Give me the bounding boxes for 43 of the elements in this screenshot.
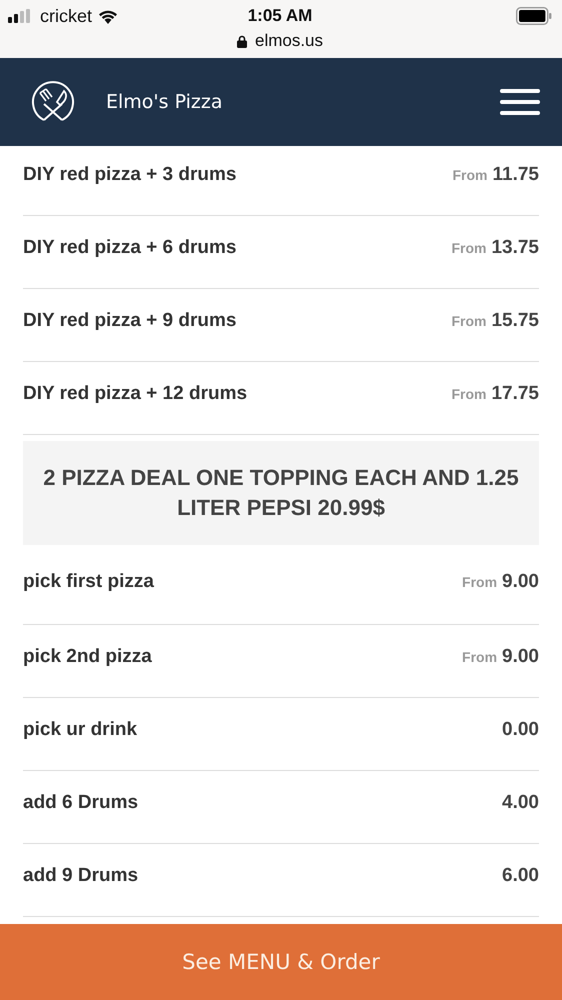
item-name: pick ur drink — [23, 719, 138, 741]
menu-item-row[interactable]: pick ur drink 0.00 — [23, 698, 539, 771]
item-price: 6.00 — [502, 865, 539, 887]
item-name: DIY red pizza + 3 drums — [23, 164, 236, 186]
menu-item-row[interactable]: pick 2nd pizza From 9.00 — [23, 625, 539, 698]
item-price: 0.00 — [502, 719, 539, 741]
clock-time: 1:05 AM — [248, 6, 312, 26]
price-prefix: From — [451, 386, 486, 402]
item-name: DIY red pizza + 6 drums — [23, 237, 236, 259]
address-url[interactable]: elmos.us — [254, 31, 324, 51]
wifi-icon — [98, 8, 118, 24]
menu-item-row[interactable]: DIY red pizza + 3 drums From 11.75 — [23, 146, 539, 216]
menu-item-row[interactable]: add 9 Drums 6.00 — [23, 844, 539, 917]
item-price: 17.75 — [491, 383, 539, 405]
menu-item-row[interactable]: add 6 Drums 4.00 — [23, 771, 539, 844]
item-name: add 9 Drums — [23, 865, 138, 887]
price-prefix: From — [452, 166, 488, 182]
item-price: 11.75 — [492, 164, 539, 186]
item-price: 9.00 — [502, 646, 539, 668]
price-prefix: From — [451, 313, 486, 329]
item-price: 9.00 — [502, 570, 539, 592]
lock-icon — [236, 34, 247, 48]
price-prefix: From — [462, 649, 498, 665]
item-name: pick first pizza — [23, 570, 154, 592]
restaurant-name[interactable]: Elmo's Pizza — [106, 91, 500, 113]
menu-item-row[interactable]: DIY red pizza + 12 drums From 17.75 — [23, 362, 539, 435]
menu-item-row[interactable]: DIY red pizza + 9 drums From 15.75 — [23, 289, 539, 362]
price-prefix: From — [462, 574, 498, 590]
menu-icon — [500, 88, 540, 116]
item-price: 13.75 — [491, 237, 539, 259]
menu-item-row[interactable]: pick first pizza From 9.00 — [23, 545, 539, 625]
item-price: 4.00 — [502, 792, 539, 814]
item-name: add 6 Drums — [23, 792, 138, 814]
item-price: 15.75 — [491, 310, 539, 332]
section-heading: 2 PIZZA DEAL ONE TOPPING EACH AND 1.25 LITER PEPSI 20.99$ — [23, 441, 539, 545]
menu-item-row[interactable]: DIY red pizza + 6 drums From 13.75 — [23, 216, 539, 289]
item-name: DIY red pizza + 12 drums — [23, 383, 248, 405]
price-prefix: From — [451, 240, 486, 256]
battery-icon — [516, 7, 552, 25]
carrier-name: cricket — [40, 6, 92, 26]
item-name: pick 2nd pizza — [23, 646, 152, 668]
item-name: DIY red pizza + 9 drums — [23, 310, 236, 332]
menu-button[interactable] — [500, 88, 540, 116]
